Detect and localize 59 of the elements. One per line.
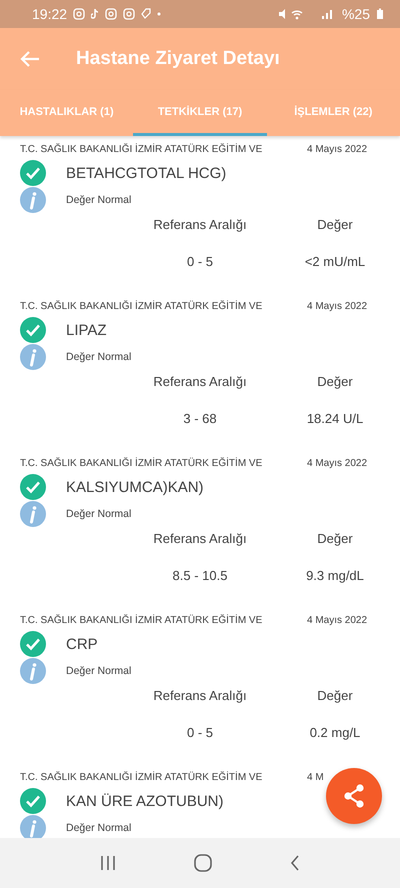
- column-label: Referans Aralığı: [153, 217, 247, 232]
- home-icon[interactable]: [194, 854, 212, 872]
- result-note: Değer Normal: [66, 508, 132, 520]
- screen-title: Hastane Ziyaret Detayı: [76, 48, 280, 70]
- camera-app-icon: [73, 8, 86, 20]
- test-date: 4 Mayıs 2022: [307, 615, 368, 626]
- tab[interactable]: TETKİKLER (17): [133, 90, 267, 136]
- column-label: Değer: [317, 688, 353, 703]
- recent-apps-icon[interactable]: [98, 855, 117, 871]
- music-note-icon: [91, 8, 100, 20]
- test-value: 0.2 mg/L: [310, 725, 360, 740]
- test-value: 9.3 mg/dL: [306, 568, 364, 583]
- battery-icon: [376, 8, 384, 20]
- column-label: Referans Aralığı: [153, 374, 247, 389]
- info-icon[interactable]: [20, 658, 46, 684]
- result-note: Değer Normal: [66, 351, 132, 363]
- column-label: Değer: [317, 217, 353, 232]
- test-date: 4 Mayıs 2022: [307, 458, 368, 469]
- result-note: Değer Normal: [66, 665, 132, 677]
- hospital-name: T.C. SAĞLIK BAKANLIĞI İZMİR ATATÜRK EĞİTİM VE: [20, 772, 264, 783]
- test-name: KAN ÜRE AZOTUBUN): [66, 792, 224, 810]
- test-value: <2 mU/mL: [304, 254, 366, 269]
- test-name: KALSIYUMCA)KAN): [66, 478, 204, 496]
- battery-level: %25: [342, 6, 370, 22]
- column-label: Değer: [317, 374, 353, 389]
- reference-range: 0 - 5: [186, 725, 213, 740]
- tab[interactable]: İŞLEMLER (22): [266, 90, 400, 136]
- info-icon[interactable]: [20, 815, 46, 838]
- info-icon[interactable]: [20, 344, 46, 370]
- hospital-name: T.C. SAĞLIK BAKANLIĞI İZMİR ATATÜRK EĞİTİM VE: [20, 301, 264, 312]
- test-date: 4 Mayıs 2022: [307, 301, 368, 312]
- back-icon[interactable]: [289, 854, 302, 872]
- test-name: BETAHCGTOTAL HCG): [66, 164, 226, 182]
- tab[interactable]: HASTALIKLAR (1): [0, 90, 134, 136]
- result-note: Değer Normal: [66, 822, 132, 834]
- hospital-name: T.C. SAĞLIK BAKANLIĞI İZMİR ATATÜRK EĞİTİM VE: [20, 144, 264, 155]
- reference-range: 8.5 - 10.5: [172, 568, 228, 583]
- camera-app-icon: [105, 8, 118, 20]
- test-name: CRP: [66, 636, 98, 652]
- info-icon[interactable]: [20, 501, 46, 527]
- test-value: 18.24 U/L: [306, 411, 364, 426]
- reference-range: 3 - 68: [183, 411, 217, 426]
- hospital-name: T.C. SAĞLIK BAKANLIĞI İZMİR ATATÜRK EĞİTİM VE: [20, 458, 264, 469]
- status-time: 19:22: [32, 6, 68, 22]
- test-date: 4 Mayıs 2022: [307, 144, 368, 155]
- column-label: Değer: [317, 531, 353, 546]
- share-button[interactable]: [326, 768, 382, 824]
- hospital-name: T.C. SAĞLIK BAKANLIĞI İZMİR ATATÜRK EĞİTİM VE: [20, 615, 264, 626]
- dot-icon: [157, 12, 162, 16]
- reference-range: 0 - 5: [186, 254, 213, 269]
- result-note: Değer Normal: [66, 194, 132, 206]
- test-name: LIPAZ: [66, 322, 107, 338]
- column-label: Referans Aralığı: [153, 531, 247, 546]
- camera-app-icon: [123, 8, 136, 20]
- tag-icon: [141, 8, 152, 20]
- column-label: Referans Aralığı: [153, 688, 247, 703]
- info-icon[interactable]: [20, 187, 46, 213]
- test-date: 4 M: [307, 772, 324, 783]
- back-arrow-icon[interactable]: [20, 50, 40, 68]
